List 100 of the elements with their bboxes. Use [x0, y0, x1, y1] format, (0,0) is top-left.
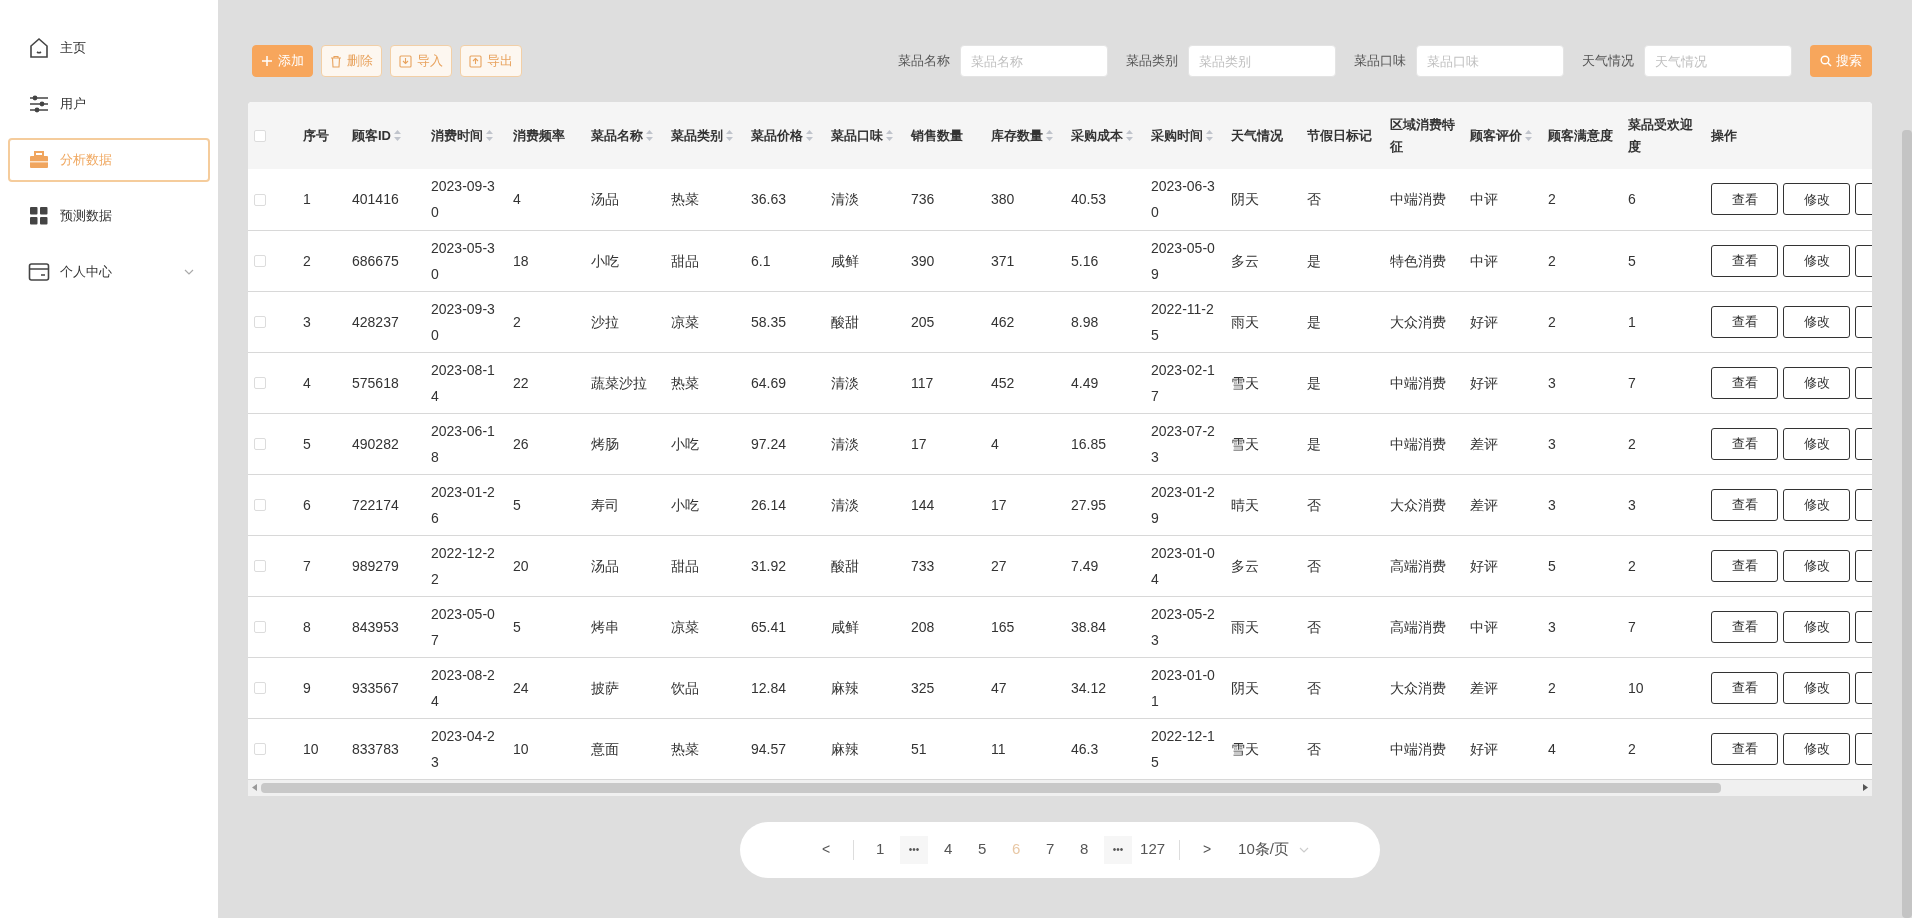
page-size-select[interactable]: 10条/页	[1238, 838, 1309, 861]
table-cell-text: 雪天	[1231, 373, 1260, 393]
sort-icon[interactable]	[486, 130, 493, 141]
action-button[interactable]: 修改	[1783, 305, 1850, 338]
column-header: 菜品价格	[751, 126, 803, 145]
action-button[interactable]: 查看	[1711, 427, 1778, 460]
chevron-down-icon	[1298, 846, 1309, 853]
scrollbar-thumb[interactable]	[261, 782, 1721, 793]
table-cell-text: 2023-08-24	[431, 665, 496, 711]
sort-icon[interactable]	[1126, 130, 1133, 141]
table-cell-text: 汤品	[591, 556, 620, 576]
table-cell-text: 饮品	[671, 678, 700, 698]
table-cell-text: 高端消费	[1390, 556, 1447, 576]
table-cell-text: 2023-01-29	[1151, 482, 1216, 528]
sliders-icon	[28, 95, 50, 113]
table-cell-text: 2023-01-04	[1151, 543, 1216, 589]
table-cell-text: 酸甜	[831, 556, 860, 576]
checkbox[interactable]	[254, 377, 266, 390]
table-cell-text: 3	[1548, 373, 1557, 393]
action-button[interactable]: 查看	[1711, 610, 1778, 643]
filter-field[interactable]: 天气情况	[1644, 45, 1792, 77]
sort-icon[interactable]	[726, 130, 733, 141]
action-button[interactable]: 查看	[1711, 671, 1778, 704]
table-cell-text: 5.16	[1071, 251, 1100, 271]
sort-icon[interactable]	[1525, 130, 1532, 141]
page-button[interactable]: 127	[1138, 835, 1168, 864]
table-cell-text: 2	[1628, 556, 1637, 576]
action-button[interactable]: 修改	[1783, 366, 1850, 399]
table-cell-text: 6	[1628, 190, 1637, 210]
table-cell-text: 差评	[1470, 678, 1499, 698]
page-button[interactable]: 5	[968, 835, 997, 864]
table-cell-text: 27	[991, 556, 1008, 576]
action-button[interactable]: 查看	[1711, 366, 1778, 399]
checkbox[interactable]	[254, 560, 266, 573]
sort-icon[interactable]	[1206, 130, 1213, 141]
checkbox[interactable]	[254, 130, 266, 143]
table-cell-text: 晴天	[1231, 495, 1260, 515]
table-cell-text: 16.85	[1071, 434, 1108, 454]
page-button[interactable]: 1	[866, 835, 895, 864]
sort-icon[interactable]	[806, 130, 813, 141]
checkbox[interactable]	[254, 621, 266, 634]
sort-icon[interactable]	[886, 130, 893, 141]
checkbox[interactable]	[254, 316, 266, 329]
sidebar-item[interactable]: 预测数据	[8, 194, 210, 238]
table-cell-text: 高端消费	[1390, 617, 1447, 637]
page-button[interactable]: 4	[934, 835, 963, 864]
sort-icon[interactable]	[1046, 130, 1053, 141]
checkbox[interactable]	[254, 682, 266, 695]
table-cell-text: 462	[991, 312, 1016, 332]
table-cell-text: 否	[1307, 678, 1322, 698]
column-header: 顾客ID	[352, 126, 391, 145]
action-button[interactable]: 修改	[1783, 610, 1850, 643]
action-button[interactable]: 查看	[1711, 244, 1778, 277]
sidebar-item[interactable]: 主页	[8, 26, 210, 70]
column-header: 菜品受欢迎度	[1628, 115, 1694, 156]
action-button[interactable]: 修改	[1783, 549, 1850, 582]
previous-page-button[interactable]: <	[811, 839, 842, 860]
page-ellipsis-button[interactable]: •••	[1104, 835, 1133, 864]
table-cell-text: 3	[1628, 495, 1637, 515]
action-button[interactable]: 修改	[1783, 488, 1850, 521]
page-button[interactable]: 8	[1070, 835, 1099, 864]
filter-field[interactable]: 菜品类别	[1188, 45, 1336, 77]
action-button[interactable]: 修改	[1783, 671, 1850, 704]
checkbox[interactable]	[254, 255, 266, 268]
table-cell-text: 烤串	[591, 617, 620, 637]
table-cell-text: 989279	[352, 556, 400, 576]
next-page-button[interactable]: >	[1192, 839, 1223, 860]
sort-icon[interactable]	[394, 130, 401, 141]
table-cell-text: 2	[1548, 190, 1557, 210]
action-button[interactable]: 修改	[1783, 183, 1850, 216]
action-button[interactable]: 查看	[1711, 732, 1778, 765]
action-button[interactable]: 查看	[1711, 183, 1778, 216]
page-ellipsis-button[interactable]: •••	[900, 835, 929, 864]
table-cell-text: 2023-02-17	[1151, 360, 1216, 406]
column-header: 节假日标记	[1307, 126, 1372, 145]
sidebar-item[interactable]: 用户	[8, 82, 210, 126]
vertical-scrollbar[interactable]	[1902, 130, 1912, 918]
table-cell-text: 雪天	[1231, 739, 1260, 759]
action-button[interactable]: 查看	[1711, 549, 1778, 582]
checkbox[interactable]	[254, 438, 266, 451]
action-button[interactable]: 修改	[1783, 732, 1850, 765]
action-button[interactable]: 修改	[1783, 244, 1850, 277]
checkbox[interactable]	[254, 194, 266, 207]
action-button[interactable]: 查看	[1711, 488, 1778, 521]
sort-icon[interactable]	[646, 130, 653, 141]
filter-field[interactable]: 菜品名称	[960, 45, 1108, 77]
table-cell-text: 51	[911, 739, 928, 759]
column-header: 消费频率	[513, 126, 565, 145]
export-icon	[469, 54, 482, 68]
table-cell-text: 中评	[1470, 251, 1499, 271]
scroll-left-icon[interactable]	[252, 784, 257, 791]
page-button[interactable]: 7	[1036, 835, 1065, 864]
action-button[interactable]: 查看	[1711, 305, 1778, 338]
checkbox[interactable]	[254, 499, 266, 512]
scroll-right-icon[interactable]	[1863, 784, 1868, 791]
checkbox[interactable]	[254, 743, 266, 756]
sidebar-item[interactable]: 个人中心	[8, 250, 210, 294]
action-button[interactable]: 修改	[1783, 427, 1850, 460]
chevron-down-icon	[184, 269, 194, 275]
filter-label: 菜品类别	[1126, 52, 1178, 71]
